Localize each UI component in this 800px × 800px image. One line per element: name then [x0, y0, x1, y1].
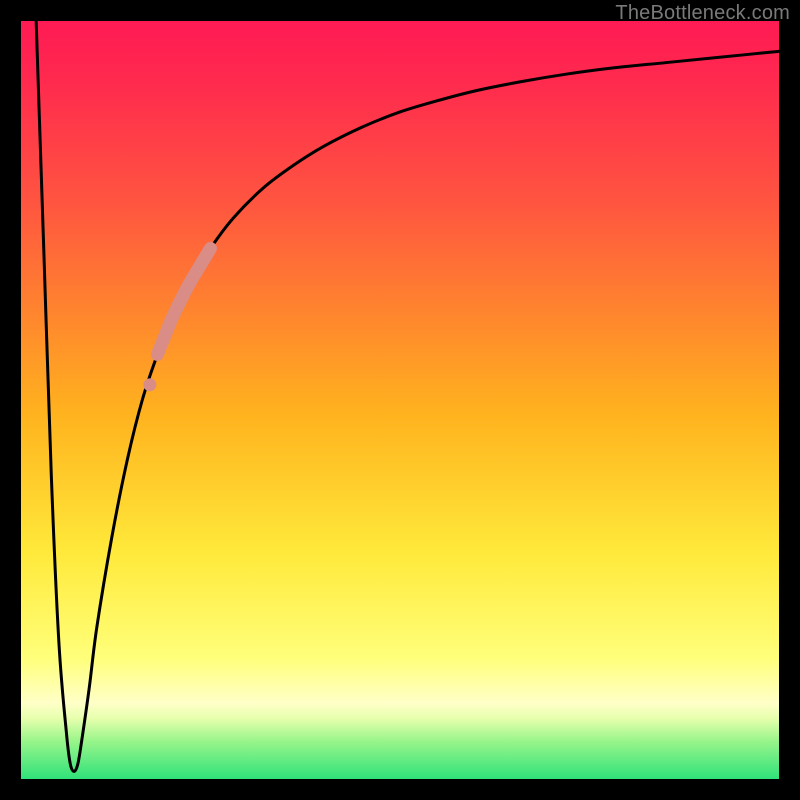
bottleneck-curve [36, 21, 779, 771]
curve-highlight-dot [143, 378, 156, 391]
chart-stage: TheBottleneck.com [0, 0, 800, 800]
curve-svg [21, 21, 779, 779]
curve-highlight-segment [157, 248, 210, 354]
plot-area [21, 21, 779, 779]
